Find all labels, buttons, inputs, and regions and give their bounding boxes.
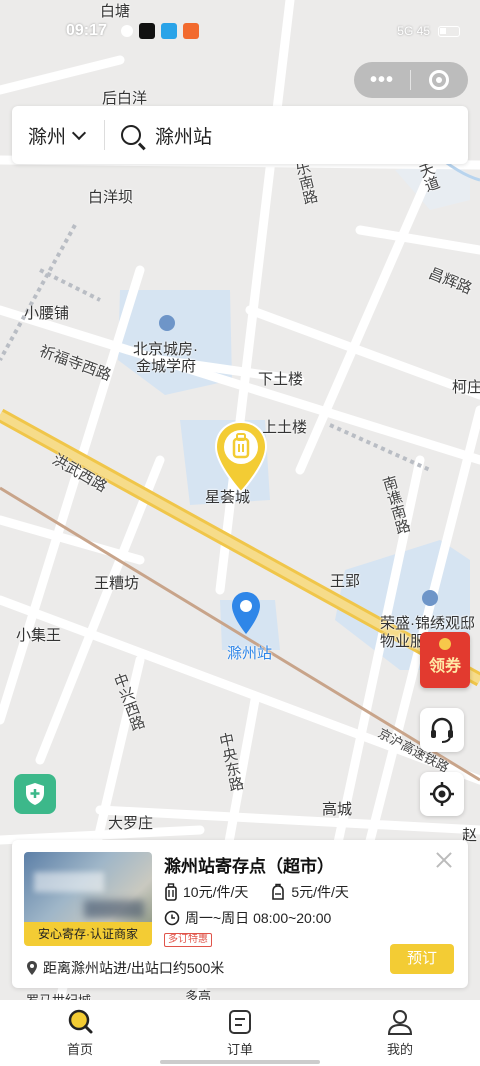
location-pin-icon bbox=[26, 960, 38, 976]
shield-plus-icon bbox=[26, 783, 44, 805]
clock-icon bbox=[164, 910, 180, 926]
bottom-tab-bar: 首页 订单 我的 bbox=[0, 1000, 480, 1066]
map-place-label: 小腰铺 bbox=[24, 305, 70, 322]
status-right: 5G 45 bbox=[397, 24, 460, 38]
coin-icon bbox=[439, 638, 451, 650]
map-place-label: 下土楼 bbox=[258, 371, 304, 388]
taobao-icon bbox=[182, 23, 199, 39]
distance-text: 距离滁州站进/出站口约500米 bbox=[43, 960, 225, 976]
map-place-label: 罗马世纪城 bbox=[26, 990, 91, 1000]
search-icon bbox=[121, 125, 141, 145]
backpack-icon bbox=[270, 883, 286, 901]
battery-icon bbox=[438, 25, 460, 37]
trusted-merchant-tag: 安心寄存·认证商家 bbox=[24, 922, 152, 946]
map-place-label: 金城学府 bbox=[136, 358, 197, 375]
status-bar: 09:17 5G 45 bbox=[0, 18, 480, 44]
tab-orders[interactable]: 订单 bbox=[160, 1000, 320, 1066]
store-card[interactable]: 安心寄存·认证商家 滁州站寄存点（超市） 10元/件/天 5元/件/天 周一~周… bbox=[12, 840, 468, 988]
coupon-button[interactable]: 领券 bbox=[420, 632, 470, 688]
large-luggage-price-text: 10元/件/天 bbox=[183, 884, 249, 900]
tab-profile[interactable]: 我的 bbox=[320, 1000, 480, 1066]
signal-icons: 5G 45 bbox=[397, 24, 430, 38]
more-menu-button[interactable]: ••• bbox=[354, 62, 410, 98]
miniprogram-capsule: ••• bbox=[354, 62, 468, 98]
suitcase-icon bbox=[164, 883, 178, 901]
map-place-label: 多高 bbox=[185, 989, 212, 1000]
crosshair-icon bbox=[430, 782, 454, 806]
map-place-label: 小集王 bbox=[16, 627, 62, 644]
map-place-label: 后白洋 bbox=[102, 90, 148, 107]
search-bar: 滁州 滁州站 bbox=[12, 106, 468, 164]
map-place-label: 高城 bbox=[322, 801, 353, 818]
store-name: 滁州站寄存点（超市） bbox=[164, 857, 334, 876]
tab-orders-label: 订单 bbox=[226, 1042, 253, 1057]
map-place-label: 王糟坊 bbox=[94, 575, 140, 592]
small-luggage-price: 5元/件/天 bbox=[270, 882, 349, 902]
city-selector[interactable]: 滁州 bbox=[12, 122, 104, 149]
orders-icon bbox=[227, 1008, 253, 1036]
small-luggage-price-text: 5元/件/天 bbox=[291, 884, 349, 900]
target-circle-icon bbox=[429, 70, 449, 90]
search-divider bbox=[104, 120, 105, 150]
price-row: 10元/件/天 5元/件/天 bbox=[164, 882, 371, 902]
book-button[interactable]: 预订 bbox=[390, 944, 454, 974]
hours-row: 周一~周日 08:00~20:00 bbox=[164, 908, 331, 928]
map-place-label: 柯庄 bbox=[452, 379, 480, 396]
tab-profile-label: 我的 bbox=[386, 1042, 413, 1057]
map-station-label: 滁州站 bbox=[227, 645, 273, 662]
status-app-icons bbox=[120, 23, 199, 39]
tab-home-label: 首页 bbox=[66, 1042, 93, 1057]
home-indicator bbox=[160, 1060, 320, 1064]
home-search-icon bbox=[66, 1008, 94, 1036]
telegram-icon bbox=[160, 23, 177, 39]
tiktok-icon bbox=[138, 23, 155, 39]
app-notification-icon bbox=[120, 25, 133, 37]
status-time: 09:17 bbox=[66, 22, 107, 39]
map-place-label: 白洋坝 bbox=[88, 189, 134, 206]
safety-shield-button[interactable] bbox=[14, 774, 56, 814]
chevron-down-icon bbox=[71, 125, 87, 140]
search-input[interactable]: 滁州站 bbox=[155, 122, 212, 149]
promo-tag: 多订特惠 bbox=[164, 933, 212, 947]
headset-icon bbox=[431, 717, 453, 743]
distance-row: 距离滁州站进/出站口约500米 bbox=[26, 958, 224, 978]
map-place-label: 大罗庄 bbox=[108, 815, 154, 832]
map-place-label: 王郢 bbox=[330, 573, 361, 590]
tab-home[interactable]: 首页 bbox=[0, 1000, 160, 1066]
customer-service-button[interactable] bbox=[420, 708, 464, 752]
city-label: 滁州 bbox=[28, 126, 67, 148]
coupon-label: 领券 bbox=[428, 658, 461, 675]
hours-text: 周一~周日 08:00~20:00 bbox=[185, 910, 332, 926]
close-icon[interactable] bbox=[434, 850, 454, 870]
close-miniprogram-button[interactable] bbox=[411, 70, 467, 90]
locate-me-button[interactable] bbox=[420, 772, 464, 816]
large-luggage-price: 10元/件/天 bbox=[164, 882, 248, 902]
user-icon bbox=[387, 1008, 413, 1036]
